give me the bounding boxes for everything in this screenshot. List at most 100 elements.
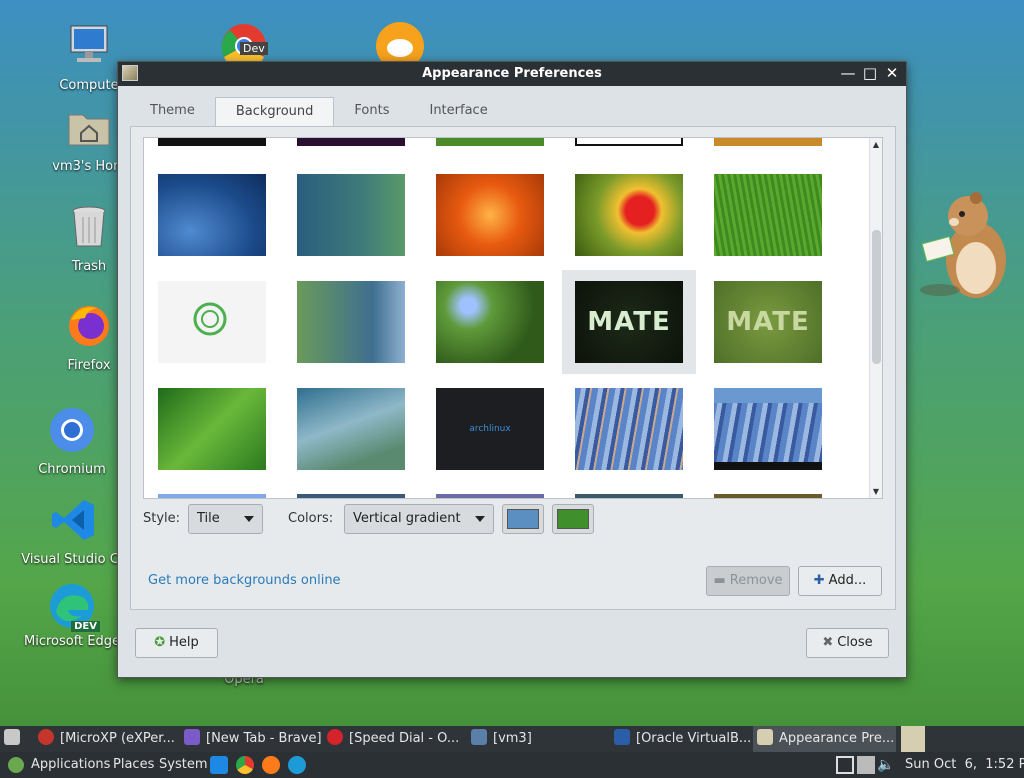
colors-dropdown[interactable]: Vertical gradient (344, 504, 494, 534)
workspace-switcher[interactable] (901, 726, 925, 752)
wallpaper-blue-abstract-paint-2[interactable] (714, 388, 822, 470)
chevron-down-icon (244, 516, 254, 522)
taskbar-window-virtualbox[interactable]: [Oracle VirtualB... (614, 726, 750, 752)
archlinux-logo-text: archlinux (469, 424, 511, 434)
tab-bar: Theme Background Fonts Interface (130, 97, 508, 127)
maximize-button[interactable]: □ (862, 64, 878, 82)
wallpaper-teal-dots[interactable] (297, 174, 405, 256)
hamster-mascot (920, 192, 1006, 298)
show-desktop-icon (4, 729, 20, 745)
system-menu[interactable]: System (159, 752, 207, 778)
wallpaper-thumb[interactable] (436, 138, 544, 146)
wallpaper-thumb[interactable] (714, 494, 822, 498)
wallpaper-red-flower[interactable] (575, 174, 683, 256)
titlebar[interactable]: Appearance Preferences — □ ✕ (118, 62, 906, 86)
scroll-up-icon[interactable]: ▲ (870, 138, 882, 151)
wallpaper-blue-abstract-paint[interactable] (575, 388, 683, 470)
wallpaper-thumb[interactable] (158, 494, 266, 498)
scroll-down-icon[interactable]: ▼ (870, 485, 882, 498)
taskbar-window-vm3[interactable]: [vm3] (471, 726, 601, 752)
desktop-icon-label: Visual Studio Co (21, 552, 127, 567)
taskbar-window-microxp[interactable]: [MicroXP (eXPer... (38, 726, 178, 752)
firefox-icon (69, 306, 109, 346)
discord-icon[interactable] (376, 22, 424, 70)
chromium-icon (50, 408, 94, 452)
wallpaper-thumb[interactable] (297, 494, 405, 498)
vivaldi-icon (38, 729, 54, 745)
wallpaper-mate-logo-light[interactable] (158, 281, 266, 363)
wallpaper-blue-abstract[interactable] (158, 174, 266, 256)
folder-icon (471, 729, 487, 745)
desktop-icon-edge[interactable]: DEV Microsoft Edge (17, 582, 127, 649)
get-more-backgrounds-link[interactable]: Get more backgrounds online (148, 573, 341, 588)
close-label: Close (837, 635, 873, 650)
style-label: Style: (143, 511, 181, 526)
gallery-scrollbar[interactable]: ▲ ▼ (869, 138, 882, 498)
wallpaper-orange-flower[interactable] (436, 174, 544, 256)
remove-button[interactable]: ▬ Remove (706, 566, 790, 596)
close-icon: ✖ (822, 635, 834, 650)
wallpaper-thumb[interactable] (158, 138, 266, 146)
taskbar-window-brave[interactable]: [New Tab - Brave] (184, 726, 324, 752)
wallpaper-green-grass[interactable] (714, 174, 822, 256)
volume-icon[interactable]: 🔈 (877, 756, 895, 774)
wallpaper-thumb[interactable] (714, 138, 822, 146)
trash-icon (72, 206, 106, 247)
tab-theme[interactable]: Theme (130, 97, 215, 127)
chrome-dev-badge: Dev (240, 42, 268, 55)
display-icon[interactable] (857, 756, 875, 774)
wallpaper-thumb[interactable] (575, 494, 683, 498)
wallpaper-mate-green[interactable]: MATE (714, 281, 822, 363)
taskbar-window-label: [New Tab - Brave] (206, 731, 322, 746)
wallpaper-thumb[interactable] (436, 494, 544, 498)
add-label: Add... (828, 573, 867, 588)
remove-icon: ▬ (713, 573, 726, 588)
firefox-launcher-icon[interactable] (262, 756, 280, 774)
vscode-icon (52, 500, 94, 540)
wallpaper-green-blue-gradient[interactable] (297, 281, 405, 363)
taskbar-window-opera[interactable]: [Speed Dial - O... (327, 726, 459, 752)
close-window-button[interactable]: ✕ (884, 64, 900, 82)
edge-dev-launcher-icon[interactable] (288, 756, 306, 774)
wallpaper-archlinux-dark[interactable]: archlinux (436, 388, 544, 470)
taskbar-window-appearance[interactable]: Appearance Pre... (753, 726, 896, 752)
vscode-launcher-icon[interactable] (210, 756, 228, 774)
primary-color-button[interactable] (502, 504, 544, 534)
tab-interface[interactable]: Interface (409, 97, 507, 127)
desktop-icon-label: Chromium (38, 462, 106, 477)
brave-icon (184, 729, 200, 745)
secondary-color-button[interactable] (552, 504, 594, 534)
scrollbar-thumb[interactable] (872, 230, 881, 364)
appearance-icon (757, 729, 773, 745)
window-title: Appearance Preferences (422, 66, 602, 81)
network-icon[interactable] (836, 756, 854, 774)
mate-menu-icon (8, 757, 24, 773)
clock[interactable]: Sun Oct 6, 1:52 PM (905, 752, 1024, 778)
chrome-dev-launcher-icon[interactable] (236, 756, 254, 774)
appearance-preferences-dialog: Appearance Preferences — □ ✕ Theme Backg… (117, 61, 907, 678)
chrome-dev-icon[interactable]: Dev (221, 22, 268, 70)
secondary-color-swatch (557, 509, 589, 529)
colors-value: Vertical gradient (353, 511, 461, 526)
tab-background[interactable]: Background (214, 97, 335, 127)
wallpaper-mate-dark[interactable]: MATE (575, 281, 683, 363)
close-button[interactable]: ✖ Close (806, 628, 889, 658)
show-desktop-button[interactable] (4, 726, 24, 752)
minimize-button[interactable]: — (840, 64, 856, 82)
wallpaper-gallery[interactable]: MATE MATE archlinux ▲ ▼ (143, 137, 883, 499)
places-menu[interactable]: Places (113, 752, 154, 778)
applications-menu[interactable]: Applications (31, 752, 110, 778)
virtualbox-icon (614, 729, 630, 745)
style-dropdown[interactable]: Tile (188, 504, 263, 534)
wallpaper-forget-me-not[interactable] (436, 281, 544, 363)
add-button[interactable]: ✚ Add... (798, 566, 882, 596)
desktop-icon-chromium[interactable]: Chromium (17, 406, 127, 477)
taskbar-window-label: [Speed Dial - O... (349, 731, 459, 746)
desktop-icon-vscode[interactable]: Visual Studio Co (19, 496, 129, 567)
wallpaper-green-leaf[interactable] (158, 388, 266, 470)
tab-fonts[interactable]: Fonts (334, 97, 409, 127)
wallpaper-thumb[interactable] (297, 138, 405, 146)
wallpaper-thumb[interactable] (575, 138, 683, 146)
wallpaper-teal-waves[interactable] (297, 388, 405, 470)
help-button[interactable]: ✪ Help (135, 628, 218, 658)
